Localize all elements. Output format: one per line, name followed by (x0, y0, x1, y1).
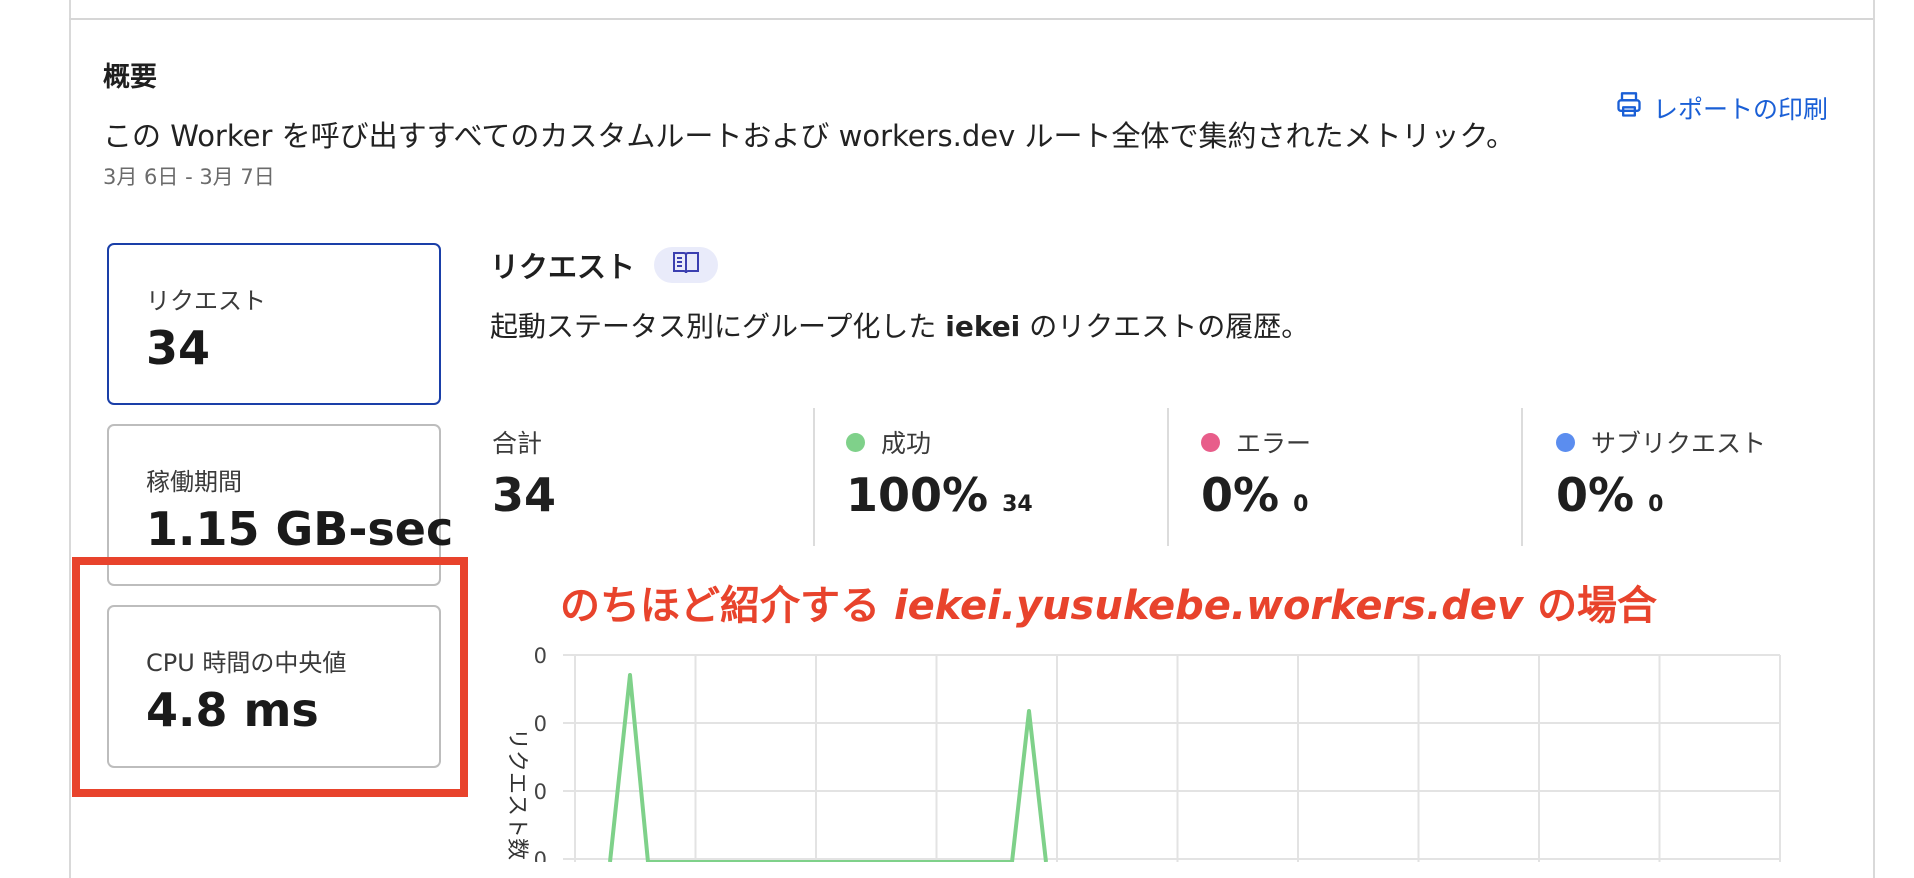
stat-value: 34 (492, 468, 557, 522)
stat-label: 成功 (881, 429, 932, 458)
requests-title: リクエスト (490, 250, 636, 284)
stat-value: 100% 34 (846, 468, 1033, 522)
chart-grid (563, 654, 1781, 862)
chart-y-axis-label: リクエスト数 (504, 728, 529, 860)
requests-chart: 0 0 0 0 リクエスト数 (504, 644, 1781, 862)
metric-card-label: 稼働期間 (146, 468, 242, 496)
divider (1167, 408, 1169, 546)
stat-count: 34 (1002, 492, 1033, 517)
print-report-link[interactable]: レポートの印刷 (1615, 90, 1828, 126)
metric-card-value: 1.15 GB-sec (146, 502, 454, 556)
chart-y-tick-label: 0 (534, 644, 547, 668)
section-description: この Worker を呼び出すすべてのカスタムルートおよび workers.de… (103, 119, 1516, 153)
stat-total: 合計 34 (492, 408, 792, 546)
stat-label: エラー (1236, 429, 1312, 458)
stat-error: エラー 0% 0 (1201, 408, 1501, 546)
stat-label: サブリクエスト (1591, 429, 1767, 458)
stat-value: 0% 0 (1556, 468, 1664, 522)
docs-button[interactable] (654, 247, 718, 283)
metric-card-value: 34 (146, 321, 211, 375)
chart-series-line (608, 673, 1048, 862)
divider (813, 408, 815, 546)
stat-subrequests: サブリクエスト 0% 0 (1556, 408, 1856, 546)
stat-count: 0 (1293, 492, 1309, 517)
stat-value: 0% 0 (1201, 468, 1309, 522)
book-icon (672, 250, 700, 280)
worker-name: iekei (945, 310, 1021, 343)
chart-y-tick-label: 0 (534, 780, 547, 804)
stat-success: 成功 100% 34 (846, 408, 1146, 546)
divider (69, 18, 1873, 20)
error-dot-icon (1201, 432, 1220, 452)
success-dot-icon (846, 432, 865, 452)
requests-description: 起動ステータス別にグループ化した iekei のリクエストの履歴。 (490, 310, 1310, 343)
subrequest-dot-icon (1556, 432, 1575, 452)
chart-y-tick-label: 0 (534, 848, 547, 862)
metric-card-label: リクエスト (146, 287, 266, 315)
chart-y-tick-label: 0 (534, 712, 547, 736)
section-title: 概要 (103, 62, 157, 93)
date-range: 3月 6日 - 3月 7日 (103, 165, 275, 189)
printer-icon (1615, 91, 1643, 125)
chart-y-ticks: 0 0 0 0 (534, 644, 547, 862)
divider (1521, 408, 1523, 546)
print-report-label: レポートの印刷 (1653, 95, 1829, 124)
annotation-highlight-box (72, 557, 468, 797)
stat-label: 合計 (492, 429, 543, 458)
metric-card-requests[interactable]: リクエスト 34 (107, 243, 441, 405)
stat-count: 0 (1648, 492, 1664, 517)
